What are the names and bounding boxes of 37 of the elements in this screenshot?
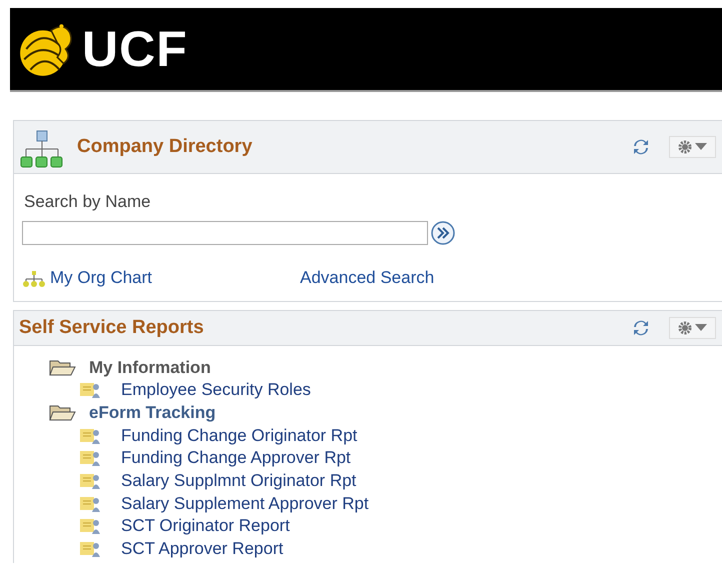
org-chart-icon [19,129,65,169]
report-icon [79,494,101,513]
report-link[interactable]: Salary Supplement Approver Rpt [22,492,722,515]
search-field[interactable] [22,221,428,245]
report-link[interactable]: Salary Supplmnt Originator Rpt [22,470,722,492]
report-link[interactable]: Employee Security Roles [22,379,722,402]
logo-text: UCF [82,20,188,78]
refresh-icon [633,139,649,155]
settings-icon [678,321,692,335]
report-icon [79,472,101,490]
report-link[interactable]: SCT Originator Report [22,514,722,538]
caret-icon [695,324,707,332]
double-chevron-icon [431,221,455,245]
refresh-icon [633,320,649,336]
report-icon [79,381,101,400]
report-icon [79,426,101,445]
report-link[interactable]: Funding Change Approver Rpt [22,447,722,470]
panel-title: Company Directory [77,136,252,158]
settings-menu-button[interactable] [669,136,716,158]
folder-item[interactable]: eForm Tracking [22,402,722,425]
settings-menu-button[interactable] [669,317,716,339]
link[interactable]: My Org Chart [22,268,300,288]
report-icon [79,540,101,558]
caret-icon [695,143,707,151]
search-label: Search by Name [24,192,152,212]
panel-title: Self Service Reports [19,317,204,339]
org-chart-icon [22,270,46,288]
report-icon [79,517,101,536]
settings-icon [678,140,692,154]
refresh-button[interactable] [633,139,649,155]
search-button[interactable] [431,221,455,245]
report-icon [79,449,101,468]
report-link[interactable]: SCT Approver Report [22,538,722,560]
folder-item[interactable]: My Information [22,356,722,379]
report-link[interactable]: Funding Change Originator Rpt [22,424,722,448]
link[interactable]: Advanced Search [300,268,434,288]
refresh-button[interactable] [633,320,649,336]
